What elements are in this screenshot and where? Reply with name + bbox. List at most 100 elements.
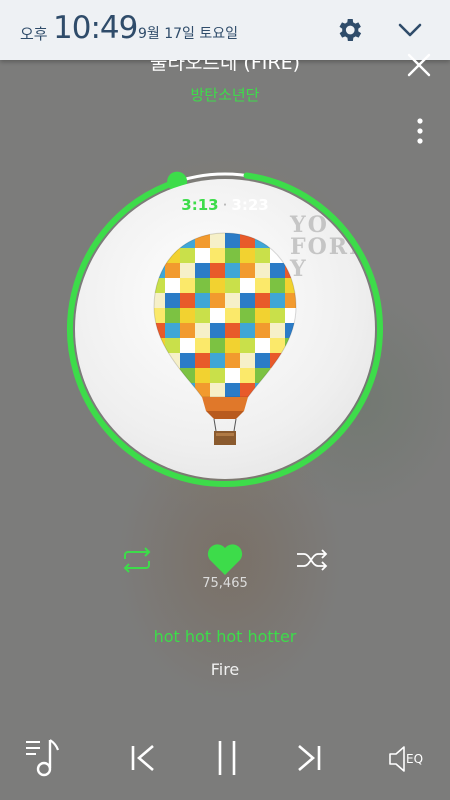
balloon-panel <box>255 368 270 383</box>
more-vertical-icon[interactable] <box>408 116 432 146</box>
balloon-panel <box>225 353 240 368</box>
playback-time: 3:13 · 3:23 <box>175 196 275 214</box>
balloon-panel <box>180 338 195 353</box>
balloon-panel <box>225 383 240 397</box>
balloon-panel <box>270 263 285 278</box>
balloon-panel <box>255 278 270 293</box>
album-art-text-line: FORE <box>290 234 368 260</box>
balloon-panel <box>165 263 180 278</box>
skip-next-icon[interactable] <box>294 742 324 774</box>
balloon-panel <box>154 353 165 368</box>
balloon-panel <box>210 278 225 293</box>
balloon-panel <box>195 233 210 248</box>
album-art: YO FORE Y <box>75 179 375 479</box>
balloon-panel <box>154 233 165 248</box>
balloon-panel <box>180 308 195 323</box>
balloon-panel <box>195 338 210 353</box>
balloon-panel <box>225 278 240 293</box>
balloon-panel <box>240 263 255 278</box>
balloon-panel <box>154 308 165 323</box>
eq-label: EQ <box>406 752 424 766</box>
status-ampm: 오후 <box>20 25 48 43</box>
balloon-panel <box>225 263 240 278</box>
balloon-panel <box>165 233 180 248</box>
balloon-panel <box>165 383 180 397</box>
balloon-panel <box>225 293 240 308</box>
status-date: 9월 17일 토요일 <box>138 26 239 42</box>
speaker-eq-icon <box>389 746 405 772</box>
balloon-panel <box>255 248 270 263</box>
playlist-icon[interactable] <box>24 736 64 778</box>
balloon-panel <box>180 293 195 308</box>
balloon-panel <box>285 308 296 323</box>
balloon-panel <box>255 338 270 353</box>
balloon-panel <box>240 308 255 323</box>
balloon-panel <box>154 338 165 353</box>
heart-icon[interactable] <box>206 542 244 578</box>
balloon-panel <box>165 368 180 383</box>
close-icon[interactable] <box>404 52 434 78</box>
balloon-panel <box>195 368 210 383</box>
balloon-panel <box>154 293 165 308</box>
balloon-panel <box>240 278 255 293</box>
hot-air-balloon-image <box>153 232 297 445</box>
status-bar: 오후 10:49 9월 17일 토요일 <box>0 0 450 60</box>
status-time: 10:49 <box>53 10 138 46</box>
gear-icon[interactable] <box>334 15 364 45</box>
balloon-panel <box>225 368 240 383</box>
balloon-panel <box>195 308 210 323</box>
skip-previous-icon[interactable] <box>128 742 158 774</box>
balloon-panel <box>285 248 296 263</box>
balloon-panel <box>195 323 210 338</box>
artist-name[interactable]: 방탄소년단 <box>0 84 450 105</box>
balloon-panel <box>255 293 270 308</box>
album-art-text: YO FORE Y <box>290 214 368 280</box>
pause-icon[interactable] <box>212 738 242 778</box>
balloon-panel <box>255 323 270 338</box>
lyric-current-line[interactable]: hot hot hot hotter <box>0 627 450 646</box>
balloon-panel <box>210 233 225 248</box>
balloon-panel <box>180 353 195 368</box>
balloon-panel <box>240 248 255 263</box>
balloon-panel <box>180 368 195 383</box>
balloon-panel <box>240 323 255 338</box>
balloon-panel <box>285 233 296 248</box>
balloon-panel <box>240 368 255 383</box>
balloon-panel <box>225 308 240 323</box>
repeat-icon[interactable] <box>119 546 155 574</box>
balloon-panel <box>195 353 210 368</box>
shuffle-icon[interactable] <box>294 546 330 574</box>
balloon-panel <box>240 293 255 308</box>
balloon-panel <box>210 323 225 338</box>
lyric-next-line[interactable]: Fire <box>0 660 450 679</box>
balloon-panel <box>180 278 195 293</box>
balloon-panel <box>210 248 225 263</box>
balloon-panel <box>270 323 285 338</box>
balloon-panel <box>255 353 270 368</box>
balloon-panel <box>225 248 240 263</box>
balloon-panel <box>165 278 180 293</box>
balloon-panel <box>210 368 225 383</box>
balloon-panel <box>270 233 285 248</box>
balloon-panel <box>154 263 165 278</box>
balloon-panel <box>210 338 225 353</box>
equalizer-button[interactable]: EQ <box>388 744 430 774</box>
balloon-panel <box>285 383 296 397</box>
balloon-panel <box>285 263 296 278</box>
balloon-panel <box>195 248 210 263</box>
balloon-panel <box>240 338 255 353</box>
album-art-text-line: YO <box>290 212 329 238</box>
balloon-panel <box>255 308 270 323</box>
balloon-panel <box>210 293 225 308</box>
balloon-panel <box>154 383 165 397</box>
balloon-panel <box>210 353 225 368</box>
balloon-panel <box>210 263 225 278</box>
balloon-panel <box>255 263 270 278</box>
balloon-panel <box>165 293 180 308</box>
balloon-panel <box>225 338 240 353</box>
album-art-text-line: Y <box>290 256 308 282</box>
balloon-panel <box>270 383 285 397</box>
chevron-down-icon[interactable] <box>396 18 424 42</box>
balloon-panel <box>240 233 255 248</box>
balloon-panel <box>180 248 195 263</box>
